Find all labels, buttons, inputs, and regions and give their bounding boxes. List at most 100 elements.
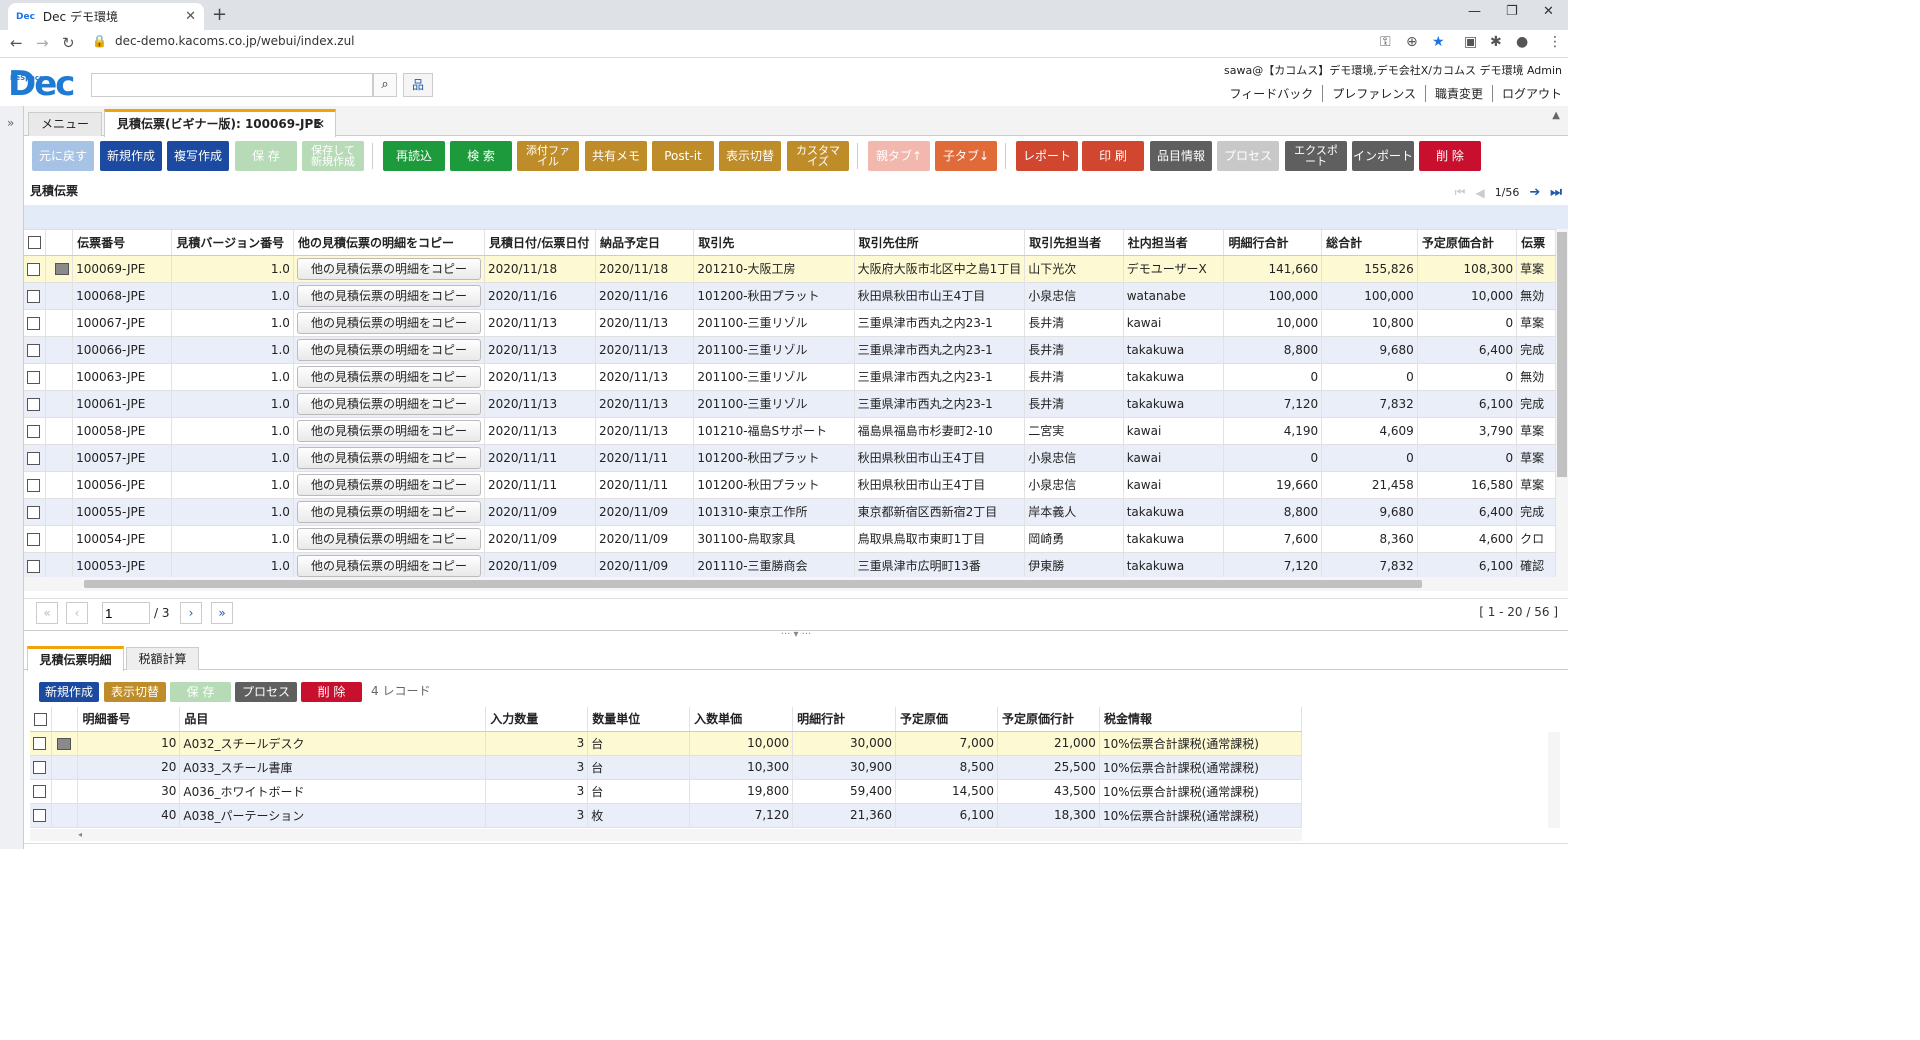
attachment-button[interactable]: 添付ファイル [517, 141, 579, 171]
detail-header-qty[interactable]: 入力数量 [485, 707, 589, 732]
detail-delete-button[interactable]: 削 除 [301, 682, 362, 702]
tab-menu[interactable]: メニュー [28, 112, 102, 136]
row-select-cell[interactable] [24, 336, 47, 364]
row-checkbox[interactable] [33, 761, 46, 774]
detail-vertical-scrollbar[interactable] [1548, 732, 1560, 828]
header-partner[interactable]: 取引先 [693, 230, 855, 256]
header-partner-address[interactable]: 取引先住所 [854, 230, 1026, 256]
header-line-total[interactable]: 明細行合計 [1223, 230, 1323, 256]
profile-icon[interactable]: ● [1516, 34, 1528, 50]
row-select-cell[interactable] [24, 552, 47, 577]
row-edit-cell[interactable] [45, 552, 74, 577]
report-button[interactable]: レポート [1016, 141, 1078, 171]
row-edit-cell[interactable] [45, 282, 74, 310]
row-checkbox[interactable] [27, 262, 40, 276]
select-all-cell[interactable] [24, 230, 47, 256]
last-page-icon[interactable]: » [211, 602, 233, 624]
row-select-cell[interactable] [24, 498, 47, 526]
page-input[interactable] [102, 602, 150, 624]
table-row[interactable]: 100069-JPE 1.0 他の見積伝票の明細をコピー 2020/11/18 2020… [24, 255, 1556, 283]
row-select-cell[interactable] [30, 803, 53, 828]
row-edit-cell[interactable] [45, 309, 74, 337]
detail-header-cost-total[interactable]: 予定原価行計 [997, 707, 1100, 732]
change-role-link[interactable]: 職責変更 [1426, 85, 1493, 102]
row-checkbox[interactable] [33, 809, 46, 822]
table-row[interactable]: 100055-JPE 1.0 他の見積伝票の明細をコピー 2020/11/09 2020… [24, 498, 1556, 526]
copy-create-button[interactable]: 複写作成 [167, 141, 229, 171]
export-button[interactable]: エクスポート [1285, 141, 1347, 171]
table-row[interactable]: 100057-JPE 1.0 他の見積伝票の明細をコピー 2020/11/11 2020… [24, 444, 1556, 472]
global-search-input[interactable] [91, 73, 373, 97]
detail-toggle-view-button[interactable]: 表示切替 [104, 682, 166, 702]
row-select-cell[interactable] [30, 779, 53, 804]
row-checkbox[interactable] [27, 559, 40, 573]
row-edit-cell[interactable] [45, 471, 74, 499]
select-all-checkbox[interactable] [28, 236, 41, 250]
product-info-button[interactable]: 品目情報 [1150, 141, 1212, 171]
table-row[interactable]: 100056-JPE 1.0 他の見積伝票の明細をコピー 2020/11/11 2020… [24, 471, 1556, 499]
row-checkbox[interactable] [27, 343, 40, 357]
table-row[interactable]: 100058-JPE 1.0 他の見積伝票の明細をコピー 2020/11/13 2020… [24, 417, 1556, 445]
row-select-cell[interactable] [24, 471, 47, 499]
first-record-icon[interactable]: ⏮ [1455, 185, 1466, 200]
row-edit-cell[interactable] [45, 444, 74, 472]
row-checkbox[interactable] [27, 451, 40, 465]
detail-row[interactable]: 20 A033_スチール書庫 3 台 10,300 30,900 8,500 25,500 10… [30, 755, 1302, 780]
grid-horizontal-scroll-thumb[interactable] [84, 580, 1422, 588]
key-icon[interactable]: ⚿ [1380, 34, 1391, 50]
row-checkbox[interactable] [27, 370, 40, 384]
detail-select-all-checkbox[interactable] [34, 712, 47, 726]
row-checkbox[interactable] [27, 424, 40, 438]
header-quote-date[interactable]: 見積日付/伝票日付 [484, 230, 597, 256]
table-row[interactable]: 100063-JPE 1.0 他の見積伝票の明細をコピー 2020/11/13 2020… [24, 363, 1556, 391]
close-icon[interactable]: ✕ [315, 112, 325, 136]
row-edit-cell[interactable] [45, 525, 74, 553]
row-select-cell[interactable] [24, 309, 47, 337]
save-new-button[interactable]: 保存して新規作成 [302, 141, 364, 171]
table-row[interactable]: 100053-JPE 1.0 他の見積伝票の明細をコピー 2020/11/09 2020… [24, 552, 1556, 577]
child-tab-button[interactable]: 子タブ↓ [935, 141, 997, 171]
copy-lines-button[interactable]: 他の見積伝票の明細をコピー [296, 500, 481, 523]
row-checkbox[interactable] [27, 397, 40, 411]
table-row[interactable]: 100054-JPE 1.0 他の見積伝票の明細をコピー 2020/11/09 2020… [24, 525, 1556, 553]
import-button[interactable]: インポート [1352, 141, 1414, 171]
collapse-up-icon[interactable]: ▲ [1552, 110, 1560, 121]
row-edit-cell[interactable] [45, 363, 74, 391]
new-tab-icon[interactable]: + [212, 4, 227, 25]
preference-link[interactable]: プレファレンス [1323, 85, 1426, 102]
header-grand-total[interactable]: 総合計 [1321, 230, 1418, 256]
grid-vertical-scroll-thumb[interactable] [1557, 232, 1567, 477]
edit-record-icon[interactable] [57, 737, 72, 750]
back-icon[interactable]: ← [10, 34, 23, 52]
row-edit-cell[interactable] [45, 336, 74, 364]
tab-quote-lines[interactable]: 見積伝票明細 [27, 646, 124, 671]
row-checkbox[interactable] [33, 785, 46, 798]
prev-page-icon[interactable]: ‹ [66, 602, 88, 624]
copy-lines-button[interactable]: 他の見積伝票の明細をコピー [296, 527, 481, 550]
header-partner-contact[interactable]: 取引先担当者 [1024, 230, 1124, 256]
copy-lines-button[interactable]: 他の見積伝票の明細をコピー [296, 311, 481, 334]
row-select-cell[interactable] [30, 731, 53, 756]
detail-header-line-amount[interactable]: 明細行計 [792, 707, 897, 732]
reload-icon[interactable]: ↻ [62, 34, 75, 52]
undo-button[interactable]: 元に戻す [32, 141, 94, 171]
row-checkbox[interactable] [27, 289, 40, 303]
row-checkbox[interactable] [27, 316, 40, 330]
detail-horizontal-scrollbar[interactable]: ◂ [30, 829, 1302, 841]
star-icon[interactable]: ★ [1432, 34, 1445, 50]
logout-link[interactable]: ログアウト [1493, 85, 1562, 102]
row-checkbox[interactable] [27, 532, 40, 546]
detail-header-line-no[interactable]: 明細番号 [77, 707, 181, 732]
extension-icon[interactable]: ▣ [1464, 34, 1477, 50]
header-status[interactable]: 伝票 [1516, 230, 1556, 256]
kebab-menu-icon[interactable]: ⋮ [1548, 34, 1562, 50]
row-edit-cell[interactable] [51, 731, 79, 756]
row-edit-cell[interactable] [45, 417, 74, 445]
postit-button[interactable]: Post-it [652, 141, 714, 171]
row-select-cell[interactable] [24, 444, 47, 472]
copy-lines-button[interactable]: 他の見積伝票の明細をコピー [296, 554, 481, 577]
row-edit-cell[interactable] [51, 779, 79, 804]
copy-lines-button[interactable]: 他の見積伝票の明細をコピー [296, 473, 481, 496]
row-select-cell[interactable] [30, 755, 53, 780]
header-version[interactable]: 見積バージョン番号 [171, 230, 294, 256]
